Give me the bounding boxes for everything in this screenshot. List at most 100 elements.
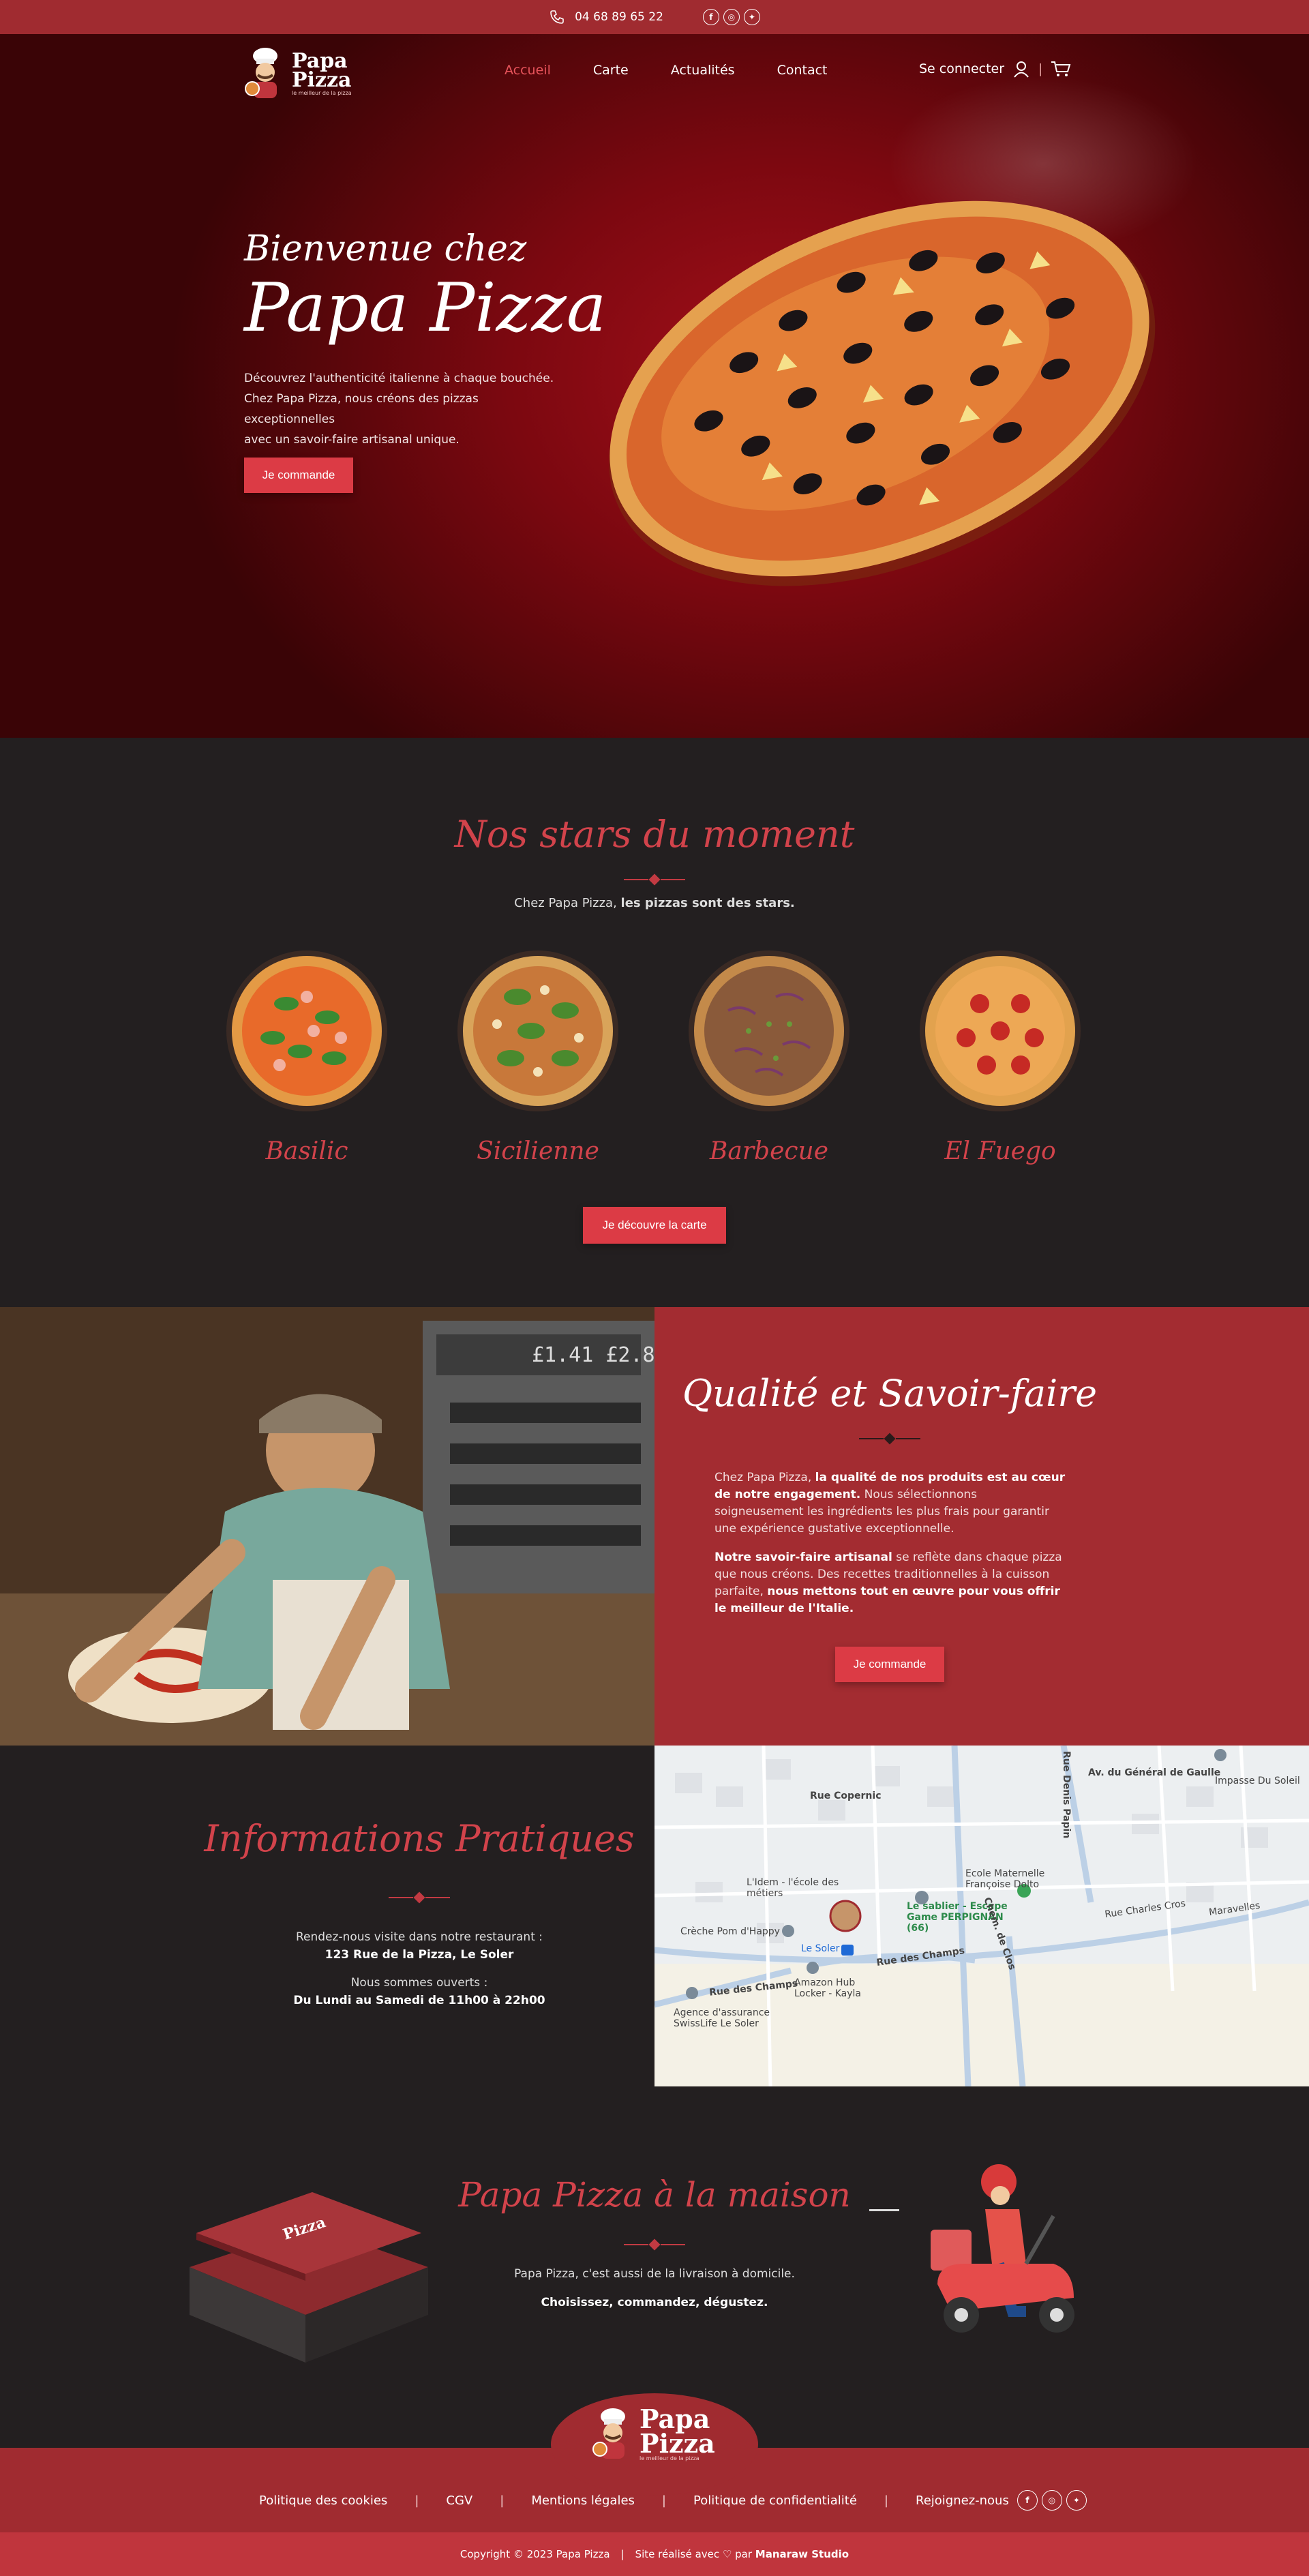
chef-logo-icon [245, 48, 277, 98]
footer-brand-logo[interactable]: Papa Pizza le meilleur de la pizza [592, 2406, 715, 2461]
map-label: Impasse Du Soleil [1215, 1776, 1300, 1786]
chef-illustration: £1.41 £2.83 [0, 1307, 654, 1746]
pizza-sicilienne-image [457, 950, 618, 1111]
heart-icon: ♡ [722, 2548, 732, 2560]
nav-item-carte[interactable]: Carte [593, 63, 629, 78]
facebook-icon[interactable]: f [1017, 2490, 1038, 2511]
hero-lead-line2: Chez Papa Pizza, nous créons des pizzas … [244, 392, 479, 426]
footer-separator: | [884, 2493, 888, 2508]
stars-section: Nos stars du moment Chez Papa Pizza, les… [0, 738, 1309, 1307]
map-label: Crèche Pom d'Happy [680, 1926, 780, 1937]
pizza-name-basilic[interactable]: Basilic [198, 1137, 416, 1165]
footer-links: Politique des cookies | CGV | Mentions l… [259, 2490, 1087, 2511]
quality-title: Qualité et Savoir-faire [682, 1372, 1098, 1415]
quality-p1-a: Chez Papa Pizza, [714, 1471, 815, 1484]
user-icon[interactable] [1012, 60, 1030, 78]
copyright-bar: Copyright © 2023 Papa Pizza | Site réali… [0, 2532, 1309, 2576]
quality-section: Qualité et Savoir-faire Chez Papa Pizza,… [654, 1307, 1309, 1746]
hero-section: Papa Pizza le meilleur de la pizza Accue… [0, 34, 1309, 738]
pizza-basilic-image [226, 950, 387, 1111]
hero-order-button[interactable]: Je commande [244, 458, 353, 493]
top-bar: 04 68 89 65 22 f ◎ ✦ [0, 0, 1309, 34]
credits-prefix: Site réalisé avec [635, 2548, 720, 2560]
quality-p2-c: nous mettons tout en œuvre pour vous off… [714, 1585, 1060, 1615]
delivery-text: Papa Pizza, c'est aussi de la livraison … [514, 2267, 795, 2281]
pizza-name-barbecue[interactable]: Barbecue [660, 1137, 878, 1165]
footer-link-mentions[interactable]: Mentions légales [531, 2493, 635, 2508]
map-label: Agence d'assurance SwissLife Le Soler [674, 2007, 770, 2029]
location-map[interactable]: Rue Copernic Av. du Général de Gaulle Im… [654, 1746, 1309, 2086]
map-label: Av. du Général de Gaulle [1088, 1767, 1221, 1778]
nav-item-contact[interactable]: Contact [777, 63, 828, 78]
pizza-name-sicilienne[interactable]: Sicilienne [429, 1137, 647, 1165]
brand-name-line2: Pizza [292, 68, 352, 93]
main-nav: Papa Pizza le meilleur de la pizza Accue… [0, 34, 1309, 109]
chef-logo-icon [592, 2408, 625, 2459]
footer-link-cgv[interactable]: CGV [446, 2493, 472, 2508]
phone-contact[interactable]: 04 68 89 65 22 [549, 9, 663, 25]
phone-number: 04 68 89 65 22 [575, 10, 663, 24]
quality-p2-a: Notre savoir-faire artisanal [714, 1551, 892, 1564]
quality-paragraph-2: Notre savoir-faire artisanal se reflète … [714, 1549, 1069, 1617]
title-divider [624, 2238, 685, 2251]
hero-lead: Découvrez l'authenticité italienne à cha… [244, 368, 565, 450]
map-label: L'Idem - l'école des métiers [747, 1877, 839, 1899]
discover-menu-button[interactable]: Je découvre la carte [583, 1207, 726, 1244]
quality-order-button[interactable]: Je commande [835, 1647, 944, 1682]
footer: Papa Pizza le meilleur de la pizza Polit… [0, 2393, 1309, 2532]
speed-line-decoration [869, 2209, 899, 2211]
stars-subtitle-bold: les pizzas sont des stars. [620, 896, 795, 910]
map-label: Ecole Maternelle Françoise Dolto [965, 1868, 1045, 1890]
nav-separator: | [1038, 61, 1043, 76]
delivery-scooter-image [931, 2164, 1074, 2333]
cart-icon[interactable] [1051, 60, 1071, 78]
pizza-name-el-fuego[interactable]: El Fuego [891, 1137, 1109, 1165]
copyright-text: Copyright © 2023 Papa Pizza [460, 2548, 610, 2560]
brand-name-line2: Pizza [640, 2428, 715, 2459]
pizza-box-image: Pizza [190, 2192, 428, 2363]
map-label: Amazon Hub Locker - Kayla [794, 1977, 862, 1999]
brand-tagline: le meilleur de la pizza [292, 89, 352, 96]
stars-title: Nos stars du moment [454, 813, 855, 856]
twitter-icon[interactable]: ✦ [1066, 2490, 1087, 2511]
pizza-barbecue-image [689, 950, 849, 1111]
delivery-tagline: Choisissez, commandez, dégustez. [541, 2296, 768, 2309]
footer-link-cookies[interactable]: Politique des cookies [259, 2493, 387, 2508]
stars-subtitle: Chez Papa Pizza, les pizzas sont des sta… [0, 896, 1309, 910]
account-area: Se connecter | [919, 60, 1071, 78]
footer-separator: | [500, 2493, 505, 2508]
photo-sign: £1.41 £2.83 [532, 1343, 654, 1367]
nav-item-actualites[interactable]: Actualités [671, 63, 735, 78]
footer-link-privacy[interactable]: Politique de confidentialité [693, 2493, 857, 2508]
brand-logo[interactable]: Papa Pizza le meilleur de la pizza [244, 46, 352, 101]
map-label: Le Soler [801, 1943, 840, 1954]
footer-separator: | [415, 2493, 419, 2508]
phone-icon [550, 10, 564, 24]
hero-lead-line3: avec un savoir-faire artisanal unique. [244, 433, 460, 447]
quality-paragraph-1: Chez Papa Pizza, la qualité de nos produ… [714, 1469, 1069, 1538]
copyright-separator: | [620, 2548, 625, 2560]
delivery-title: Papa Pizza à la maison [458, 2175, 851, 2215]
nav-menu: Accueil Carte Actualités Contact [505, 63, 828, 78]
hero-lead-line1: Découvrez l'authenticité italienne à cha… [244, 372, 554, 385]
credits-studio-link[interactable]: Manaraw Studio [755, 2548, 849, 2560]
footer-separator: | [661, 2493, 666, 2508]
twitter-icon[interactable]: ✦ [743, 9, 760, 25]
brand-wordmark: Papa Pizza le meilleur de la pizza [292, 50, 352, 96]
nav-item-accueil[interactable]: Accueil [505, 63, 551, 78]
info-section: Informations Pratiques Rendez-nous visit… [0, 1746, 654, 2086]
footer-join-label: Rejoignez-nous [916, 2493, 1009, 2508]
map-label: Le sablier - Escape Game PERPIGNAN (66) [907, 1901, 1008, 1934]
instagram-icon[interactable]: ◎ [1041, 2490, 1062, 2511]
brand-wordmark: Papa Pizza le meilleur de la pizza [640, 2406, 715, 2461]
pizza-el-fuego-image [920, 950, 1081, 1111]
hero-kicker: Bienvenue chez [244, 228, 527, 269]
map-label: Rue Copernic [810, 1791, 882, 1801]
map-label: Rue Denis Papin [1061, 1751, 1072, 1839]
stars-subtitle-prefix: Chez Papa Pizza, [514, 896, 621, 910]
facebook-icon[interactable]: f [702, 9, 719, 25]
credits: Site réalisé avec ♡ par Manaraw Studio [635, 2548, 849, 2560]
title-divider [859, 1432, 920, 1446]
login-link[interactable]: Se connecter [919, 61, 1004, 76]
instagram-icon[interactable]: ◎ [723, 9, 740, 25]
